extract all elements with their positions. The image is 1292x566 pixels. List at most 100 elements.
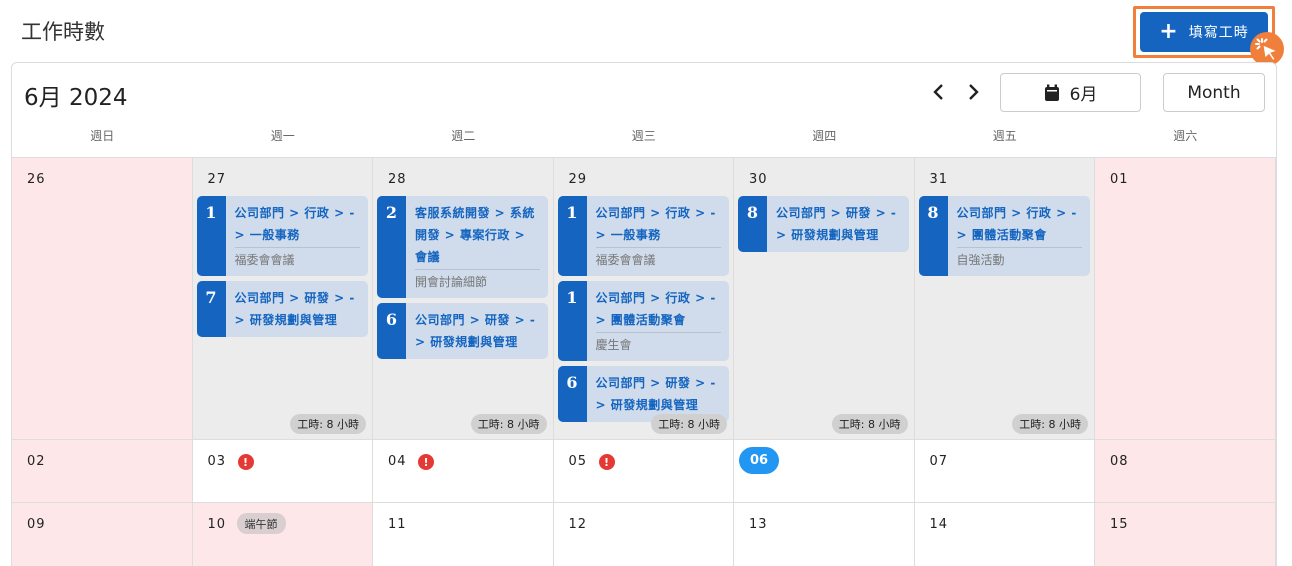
alert-icon: ! (237, 454, 254, 470)
day-cell[interactable]: 26 (12, 158, 193, 440)
time-entry-hours: 8 (738, 196, 767, 252)
time-entry-body: 客服系統開發 > 系統開發 > 專案行政 > 會議 開會討論細節 (406, 196, 548, 298)
month-picker-button[interactable]: 6月 (1000, 73, 1141, 112)
time-entry-note: 慶生會 (595, 332, 721, 355)
time-entry-body: 公司部門 > 行政 > - > 一般事務 福委會會議 (226, 196, 368, 276)
day-cell[interactable]: 13 (734, 503, 915, 566)
time-entry[interactable]: 1 公司部門 > 行政 > - > 團體活動聚會 慶生會 (557, 281, 729, 361)
time-entry-hours: 1 (196, 196, 226, 276)
time-entry-title: 公司部門 > 研發 > - > 研發規劃與管理 (415, 313, 536, 349)
time-entry-hours: 8 (918, 196, 948, 276)
event-list: 8 公司部門 > 行政 > - > 團體活動聚會 自強活動 (918, 196, 1090, 281)
day-cell[interactable]: 09 (12, 503, 193, 566)
time-entry-body: 公司部門 > 行政 > - > 團體活動聚會慶生會 (587, 281, 729, 361)
day-number: 30 (749, 172, 768, 187)
prev-month-button[interactable] (924, 77, 954, 107)
time-entry-title: 公司部門 > 研發 > - > 研發規劃與管理 (776, 206, 897, 242)
time-entry-note: 福委會會議 (595, 247, 721, 270)
time-entry-title: 公司部門 > 研發 > - > 研發規劃與管理 (595, 376, 716, 412)
day-cell[interactable]: 27 1 公司部門 > 行政 > - > 一般事務 福委會會議 7 公司部門 > 研發 >… (192, 158, 373, 440)
day-cell[interactable]: 06 (734, 440, 915, 503)
day-number: 27 (207, 172, 227, 187)
view-mode-label: Month (1187, 82, 1241, 103)
time-entry[interactable]: 2 客服系統開發 > 系統開發 > 專案行政 > 會議 開會討論細節 (377, 196, 548, 298)
time-entry-body: 公司部門 > 行政 > - > 團體活動聚會 自強活動 (948, 196, 1090, 276)
time-entry[interactable]: 1 公司部門 > 行政 > - > 一般事務 福委會會議 (557, 196, 729, 276)
day-cell[interactable]: 29 1 公司部門 > 行政 > - > 一般事務 福委會會議 1 公司部門 > 行政 >… (553, 158, 734, 440)
day-number: 26 (27, 172, 46, 187)
next-month-button[interactable] (958, 77, 988, 107)
day-number: 13 (749, 517, 768, 532)
weekday-label: 週日 (90, 129, 115, 143)
day-cell[interactable]: 30 8 公司部門 > 研發 > - > 研發規劃與管理工時: 8 小時 (734, 158, 915, 440)
day-number: 02 (27, 454, 46, 469)
day-cell[interactable]: 15 (1095, 503, 1276, 566)
calendar: 6月 2024 6月 Month 週日 週一 週二 週三 週四 週五 週六 26 27 1 公司部… (11, 62, 1277, 566)
day-cell[interactable]: 28 2 客服系統開發 > 系統開發 > 專案行政 > 會議 開會討論細節 6 公司部門 … (373, 158, 554, 440)
day-number: 08 (1110, 454, 1129, 469)
day-cell[interactable]: 07 (914, 440, 1095, 503)
time-entry-title: 公司部門 > 行政 > - > 團體活動聚會 (956, 206, 1077, 242)
day-number: 09 (27, 517, 46, 532)
day-cell[interactable]: 11 (373, 503, 554, 566)
day-number: 01 (1110, 172, 1129, 187)
chevron-right-icon (969, 84, 979, 100)
daily-hours-badge: 工時: 8 小時 (651, 414, 727, 434)
calendar-grid: 26 27 1 公司部門 > 行政 > - > 一般事務 福委會會議 7 公司部門 > 研發… (12, 157, 1276, 566)
time-entry-hours: 7 (196, 281, 226, 337)
view-mode-button[interactable]: Month (1163, 73, 1265, 112)
day-number: 04 (388, 454, 407, 469)
event-list: 2 客服系統開發 > 系統開發 > 專案行政 > 會議 開會討論細節 6 公司部門 > … (377, 196, 548, 364)
time-entry[interactable]: 1 公司部門 > 行政 > - > 一般事務 福委會會議 (196, 196, 368, 276)
day-cell[interactable]: 10 端午節 (192, 503, 373, 566)
alert-icon: ! (598, 454, 615, 470)
time-entry-title: 公司部門 > 行政 > - > 一般事務 (595, 206, 716, 242)
add-work-hours-button[interactable]: + 填寫工時 (1140, 12, 1268, 52)
day-cell[interactable]: 03! (192, 440, 373, 503)
weekday-label: 週二 (451, 129, 476, 143)
day-number: 12 (568, 517, 588, 532)
day-cell[interactable]: 31 8 公司部門 > 行政 > - > 團體活動聚會 自強活動 工時: 8 小時 (914, 158, 1095, 440)
today-date: 06 (739, 447, 779, 474)
daily-hours-badge: 工時: 8 小時 (290, 414, 366, 434)
time-entry-title: 公司部門 > 行政 > - > 團體活動聚會 (595, 291, 716, 327)
weekday-label: 週六 (1173, 129, 1198, 143)
day-number: 05 (568, 454, 588, 469)
time-entry[interactable]: 8 公司部門 > 研發 > - > 研發規劃與管理 (738, 196, 909, 252)
month-picker-label: 6月 (1069, 85, 1098, 105)
time-entry[interactable]: 7 公司部門 > 研發 > - > 研發規劃與管理 (196, 281, 368, 337)
time-entry-hours: 2 (377, 196, 406, 298)
day-number: 10 (207, 517, 227, 532)
plus-icon: + (1159, 19, 1179, 44)
time-entry-body: 公司部門 > 行政 > - > 一般事務福委會會議 (587, 196, 729, 276)
weekday-header: 週日 週一 週二 週三 週四 週五 週六 (12, 123, 1276, 157)
click-cursor-icon (1250, 32, 1284, 66)
event-list: 1 公司部門 > 行政 > - > 一般事務 福委會會議 1 公司部門 > 行政 > -… (557, 196, 729, 427)
day-cell[interactable]: 02 (12, 440, 193, 503)
daily-hours-badge: 工時: 8 小時 (831, 414, 908, 434)
daily-hours-badge: 工時: 8 小時 (1012, 414, 1088, 434)
time-entry[interactable]: 8 公司部門 > 行政 > - > 團體活動聚會 自強活動 (918, 196, 1090, 276)
day-cell[interactable]: 04! (373, 440, 554, 503)
day-cell[interactable]: 08 (1095, 440, 1276, 503)
alert-icon: ! (418, 454, 434, 470)
day-cell[interactable]: 14 (915, 503, 1095, 566)
day-cell[interactable]: 01 (1095, 158, 1276, 440)
day-cell[interactable]: 05! (553, 440, 734, 503)
time-entry-hours: 6 (557, 366, 587, 422)
page: 工作時數 + 填寫工時 6月 2024 6月 Month 週日 週一 週二 週三… (0, 0, 1292, 566)
event-list: 8 公司部門 > 研發 > - > 研發規劃與管理 (738, 196, 909, 257)
day-cell[interactable]: 12 (554, 503, 734, 566)
time-entry[interactable]: 6 公司部門 > 研發 > - > 研發規劃與管理 (377, 303, 548, 359)
weekday-label: 週四 (812, 129, 837, 143)
time-entry-body: 公司部門 > 研發 > - > 研發規劃與管理 (226, 281, 368, 337)
day-number: 28 (388, 172, 407, 187)
chevron-left-icon (933, 84, 943, 100)
day-number: 14 (929, 517, 949, 532)
calendar-icon (1044, 84, 1059, 101)
add-button-label: 填寫工時 (1188, 25, 1249, 41)
daily-hours-badge: 工時: 8 小時 (470, 414, 547, 434)
time-entry-hours: 6 (377, 303, 406, 359)
day-number: 11 (388, 517, 407, 532)
holiday-badge: 端午節 (236, 513, 286, 534)
